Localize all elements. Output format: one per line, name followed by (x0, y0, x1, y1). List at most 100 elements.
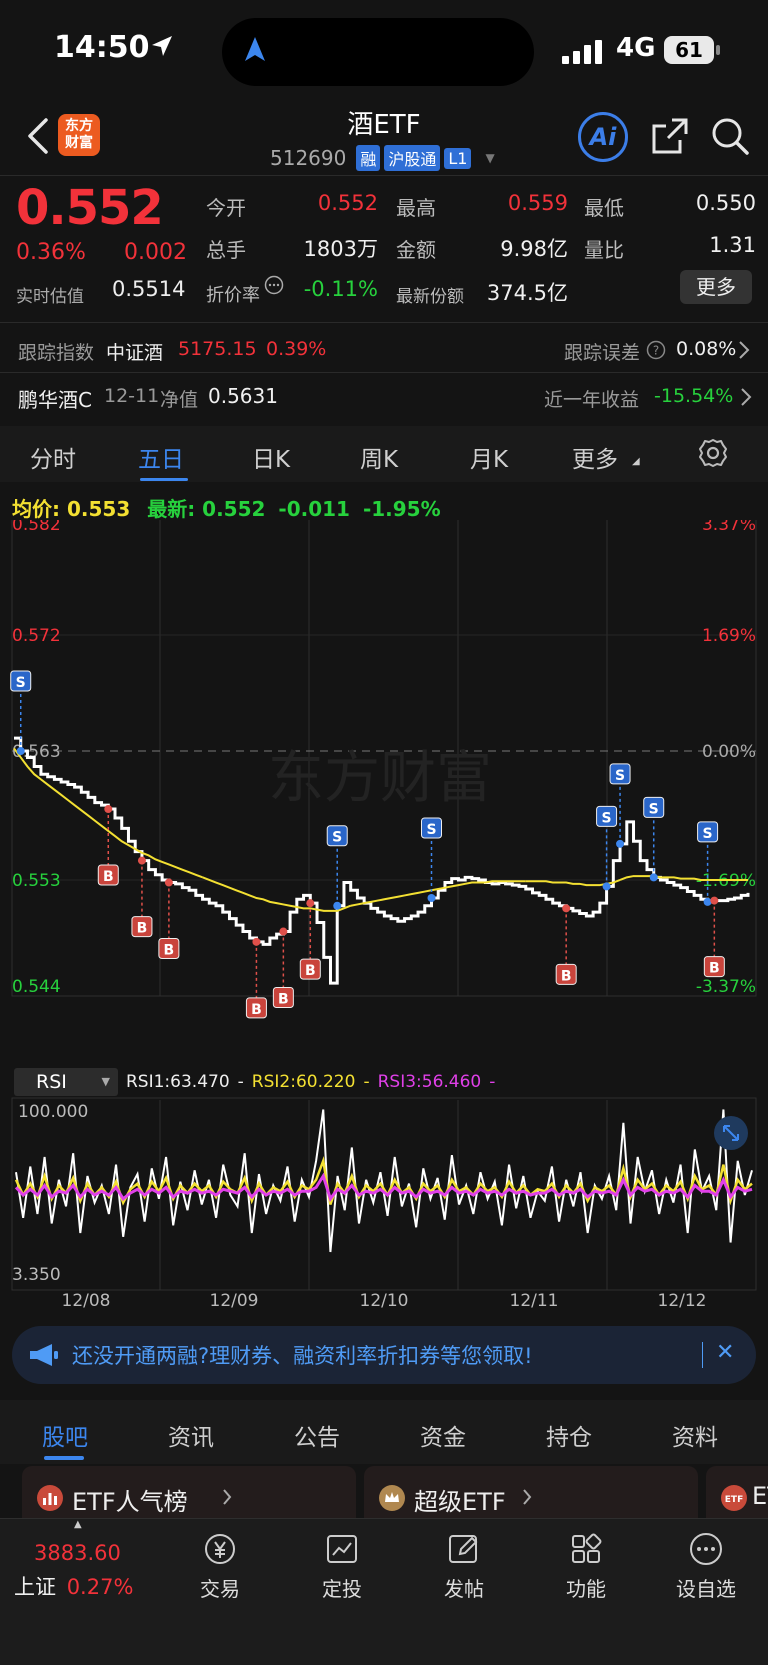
tab-holdings[interactable]: 持仓 (546, 1418, 592, 1452)
help-icon[interactable]: ? (646, 340, 666, 364)
tab-announcements[interactable]: 公告 (294, 1418, 340, 1452)
chart-badge-icon (36, 1484, 64, 1516)
latest-change: -0.011 (278, 497, 350, 521)
trade-marker-dot (252, 937, 261, 946)
share-icon[interactable] (650, 116, 690, 160)
buy-marker-label: B (561, 968, 572, 984)
tab-monthly-k[interactable]: 月K (470, 440, 508, 474)
nav-auto-invest[interactable]: 定投 (292, 1531, 392, 1602)
y-tick-right: 3.37% (702, 520, 756, 535)
trade-marker-dot (137, 856, 146, 865)
x-tick-label: 12/12 (658, 1291, 707, 1311)
trade-marker-dot (164, 878, 173, 887)
trade-marker-dot (16, 747, 25, 755)
linked-fund-row[interactable]: 鹏华酒C 12-11 净值 0.5631 近一年收益 -15.54% (0, 376, 768, 420)
latest-shares-value: 374.5亿 (486, 281, 568, 305)
dynamic-island (222, 18, 534, 86)
tab-forum[interactable]: 股吧 (42, 1418, 88, 1452)
tracking-label: 跟踪指数 (18, 342, 95, 364)
divider (0, 175, 768, 176)
rsi-separator: - (363, 1072, 370, 1092)
linked-fund-nav: 0.5631 (208, 384, 278, 408)
caret-down-icon: ▼ (485, 151, 495, 165)
latest-pct: -1.95% (362, 497, 441, 521)
sell-marker-label: S (16, 675, 26, 691)
crown-badge-icon (378, 1484, 406, 1516)
sell-marker-label: S (602, 810, 612, 826)
settings-gear-icon[interactable] (698, 438, 728, 472)
y-tick-left: 0.553 (12, 871, 61, 891)
tab-funds-flow[interactable]: 资金 (420, 1418, 466, 1452)
low-value: 0.550 (695, 191, 756, 215)
caret-up-icon: ▲ (74, 1519, 82, 1530)
buy-marker-label: B (251, 1002, 262, 1018)
trade-markers: SBBBBBBS SBSSSSB (10, 670, 725, 1019)
chevron-right-icon (522, 1488, 532, 1510)
info-more-icon[interactable] (264, 275, 284, 299)
sell-marker-label: S (332, 830, 342, 846)
network-type: 4G (616, 33, 656, 63)
tab-daily-k[interactable]: 日K (252, 440, 290, 474)
index-ticker-name: 上证 (14, 1575, 56, 1599)
indicator-select[interactable]: RSI ▼ (14, 1068, 118, 1096)
sell-marker-label: S (703, 826, 713, 842)
tracking-index-pct: 0.39% (266, 338, 327, 360)
chevron-right-icon (738, 340, 750, 364)
rsi-separator: - (489, 1072, 496, 1092)
security-code-row[interactable]: 512690 融 沪股通 L1 ▼ (270, 145, 495, 171)
avg-price-value: 0.553 (66, 497, 131, 521)
five-day-price-chart[interactable]: 东方财富 0.5820.5720.5630.5530.544 3.37%1.69… (0, 520, 768, 1320)
close-icon[interactable]: ✕ (716, 1340, 734, 1365)
trade-marker-dot (562, 904, 571, 913)
last-price: 0.552 (16, 180, 164, 236)
nav-add-watchlist[interactable]: 设自选 (656, 1531, 756, 1602)
divider (0, 372, 768, 373)
buy-marker-label: B (103, 869, 114, 885)
battery-tip (716, 45, 720, 55)
promo-banner[interactable]: 还没开通两融?理财券、融资利率折扣券等您领取! ✕ (12, 1326, 756, 1384)
nav-post[interactable]: 发帖 (414, 1531, 514, 1602)
status-bar: 14:50 4G 61 (0, 0, 768, 100)
tab-weekly-k[interactable]: 周K (360, 440, 398, 474)
content-tabs: 股吧 资讯 公告 资金 持仓 资料 (0, 1400, 768, 1464)
y-axis-right: 3.37% 1.69% 0.00% -1.69% -3.37% (696, 520, 756, 997)
grid-apps-icon (572, 1533, 602, 1563)
open-label: 今开 (206, 196, 246, 220)
index-ticker-value: 3883.60 (34, 1541, 121, 1565)
location-arrow-icon (150, 34, 174, 62)
security-code: 512690 (270, 146, 347, 170)
trade-marker-dot (306, 899, 315, 908)
trend-chart-icon (327, 1535, 357, 1563)
ai-button[interactable]: Ai (578, 112, 628, 162)
nav-trade-label: 交易 (200, 1577, 240, 1601)
active-content-tab-indicator (44, 1456, 84, 1460)
yearly-return-value: -15.54% (654, 385, 734, 407)
index-ticker[interactable]: 3883.60 上证 0.27% (14, 1541, 144, 1601)
nav-auto-invest-label: 定投 (322, 1577, 362, 1601)
yen-swap-icon (205, 1534, 235, 1564)
tab-profile[interactable]: 资料 (672, 1418, 718, 1452)
tab-news[interactable]: 资讯 (168, 1418, 214, 1452)
corner-caret-icon: ◢ (632, 456, 640, 467)
tracking-index-row[interactable]: 跟踪指数 中证酒 5175.15 0.39% 跟踪误差 ? 0.08% (0, 328, 768, 372)
nav-trade[interactable]: 交易 (170, 1531, 270, 1602)
tab-more[interactable]: 更多 (572, 440, 618, 474)
open-value: 0.552 (317, 191, 378, 215)
bottom-bar: ▲ 3883.60 上证 0.27% 交易 定投 发帖 功能 设自选 (0, 1518, 768, 1665)
latest-shares-label: 最新份额 (396, 287, 464, 307)
svg-text:?: ? (653, 344, 659, 358)
search-icon[interactable] (710, 116, 750, 160)
nav-functions[interactable]: 功能 (536, 1531, 636, 1602)
high-label: 最高 (396, 196, 436, 220)
chart-summary: 均价: 0.553 最新: 0.552 -0.011 -1.95% (12, 493, 441, 522)
iopv-value: 0.5514 (112, 277, 186, 301)
change-amount: 0.002 (124, 240, 187, 265)
y-tick-right: -1.69% (696, 871, 756, 891)
tab-five-day[interactable]: 五日 (138, 440, 184, 474)
nav-functions-label: 功能 (566, 1577, 606, 1601)
sell-marker-label: S (649, 801, 659, 817)
more-quote-button[interactable]: 更多 (680, 270, 752, 304)
tab-intraday[interactable]: 分时 (30, 440, 76, 474)
buy-marker-label: B (164, 943, 175, 959)
expand-chart-icon[interactable] (714, 1116, 748, 1150)
